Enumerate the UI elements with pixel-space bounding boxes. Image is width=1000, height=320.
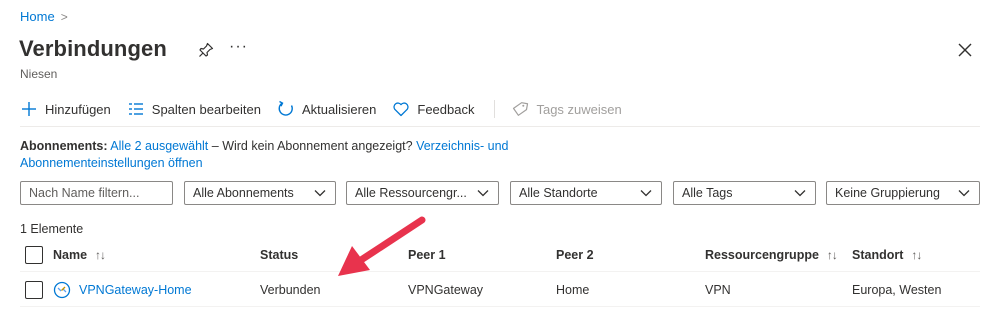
grouping-dropdown-value: Keine Gruppierung: [835, 186, 940, 200]
subscription-hint: – Wird kein Abonnement angezeigt?: [211, 139, 413, 153]
directory-settings-link[interactable]: Verzeichnis- und: [416, 139, 508, 153]
column-header-resource-group-label: Ressourcengruppe: [705, 248, 819, 262]
pin-icon[interactable]: [196, 40, 216, 60]
resource-groups-dropdown-value: Alle Ressourcengr...: [355, 186, 467, 200]
subscriptions-dropdown-value: Alle Abonnements: [193, 186, 294, 200]
select-all-checkbox[interactable]: [25, 246, 43, 264]
header-divider: [20, 271, 980, 272]
column-header-name-label: Name: [53, 248, 88, 262]
sort-icon[interactable]: ↑↓: [911, 248, 922, 262]
columns-icon: [128, 103, 143, 115]
add-button[interactable]: Hinzufügen: [20, 100, 111, 118]
table-row-select[interactable]: [25, 280, 43, 300]
table-cell-peer2: Home: [556, 283, 590, 297]
refresh-button[interactable]: Aktualisieren: [277, 100, 376, 118]
item-count: 1 Elemente: [20, 222, 84, 236]
toolbar-divider-line: [20, 126, 980, 127]
page-subtitle: Niesen: [20, 67, 58, 81]
chevron-down-icon: [314, 190, 326, 197]
table-row-name[interactable]: VPNGateway-Home: [53, 280, 192, 300]
name-filter-input[interactable]: Nach Name filtern...: [20, 181, 173, 205]
name-filter-placeholder: Nach Name filtern...: [29, 186, 140, 200]
chevron-right-icon: >: [60, 9, 68, 24]
column-header-status-label: Status: [260, 248, 299, 262]
command-bar: Hinzufügen Spalten bearbeiten Aktualisie…: [20, 97, 638, 121]
resource-groups-dropdown[interactable]: Alle Ressourcengr...: [346, 181, 499, 205]
connection-icon: [53, 281, 71, 299]
header-select-all[interactable]: [25, 245, 43, 265]
subscription-info: Abonnements: Alle 2 ausgewählt – Wird ke…: [20, 138, 560, 172]
refresh-label: Aktualisieren: [301, 101, 377, 117]
grouping-dropdown[interactable]: Keine Gruppierung: [826, 181, 980, 205]
chevron-down-icon: [794, 190, 806, 197]
arrow-annotation: [338, 216, 426, 276]
subscriptions-selected-link[interactable]: Alle 2 ausgewählt: [110, 139, 208, 153]
plus-icon: [22, 102, 36, 116]
column-header-location-label: Standort: [852, 248, 904, 262]
column-header-location[interactable]: Standort ↑↓: [852, 245, 922, 265]
column-header-resource-group[interactable]: Ressourcengruppe ↑↓: [705, 245, 838, 265]
sort-icon[interactable]: ↑↓: [827, 248, 838, 262]
assign-tags-button[interactable]: Tags zuweisen: [511, 100, 622, 118]
column-header-name[interactable]: Name ↑↓: [53, 245, 106, 265]
feedback-label: Feedback: [417, 101, 475, 117]
more-icon[interactable]: ···: [229, 38, 248, 56]
chevron-down-icon: [477, 190, 489, 197]
tag-icon: [513, 102, 529, 116]
add-button-label: Hinzufügen: [45, 101, 111, 117]
sort-icon[interactable]: ↑↓: [95, 248, 106, 262]
tags-dropdown[interactable]: Alle Tags: [673, 181, 816, 205]
locations-dropdown[interactable]: Alle Standorte: [510, 181, 662, 205]
tags-dropdown-value: Alle Tags: [682, 186, 733, 200]
heart-icon: [393, 102, 409, 117]
row-divider: [20, 306, 980, 307]
refresh-icon: [278, 100, 293, 116]
chevron-down-icon: [640, 190, 652, 197]
chevron-down-icon: [958, 190, 970, 197]
edit-columns-button[interactable]: Spalten bearbeiten: [127, 100, 261, 118]
breadcrumb: Home >: [20, 9, 68, 24]
locations-dropdown-value: Alle Standorte: [519, 186, 598, 200]
resource-group-link[interactable]: VPN: [705, 280, 731, 300]
breadcrumb-home-link[interactable]: Home: [20, 9, 55, 24]
feedback-button[interactable]: Feedback: [392, 100, 474, 118]
subscription-settings-link[interactable]: Abonnementeinstellungen öffnen: [20, 156, 203, 170]
column-header-peer2-label: Peer 2: [556, 248, 594, 262]
edit-columns-label: Spalten bearbeiten: [151, 101, 261, 117]
subscriptions-dropdown[interactable]: Alle Abonnements: [184, 181, 336, 205]
page-title: Verbindungen: [19, 36, 167, 61]
assign-tags-label: Tags zuweisen: [536, 101, 622, 117]
connection-name-link[interactable]: VPNGateway-Home: [79, 283, 192, 297]
table-cell-location: Europa, Westen: [852, 283, 942, 297]
close-icon[interactable]: [955, 40, 975, 60]
column-header-peer2: Peer 2: [556, 245, 594, 265]
toolbar-divider: [494, 100, 496, 118]
row-checkbox[interactable]: [25, 281, 43, 299]
table-cell-status: Verbunden: [260, 283, 321, 297]
column-header-status: Status: [260, 245, 298, 265]
subscription-label: Abonnements:: [20, 139, 108, 153]
